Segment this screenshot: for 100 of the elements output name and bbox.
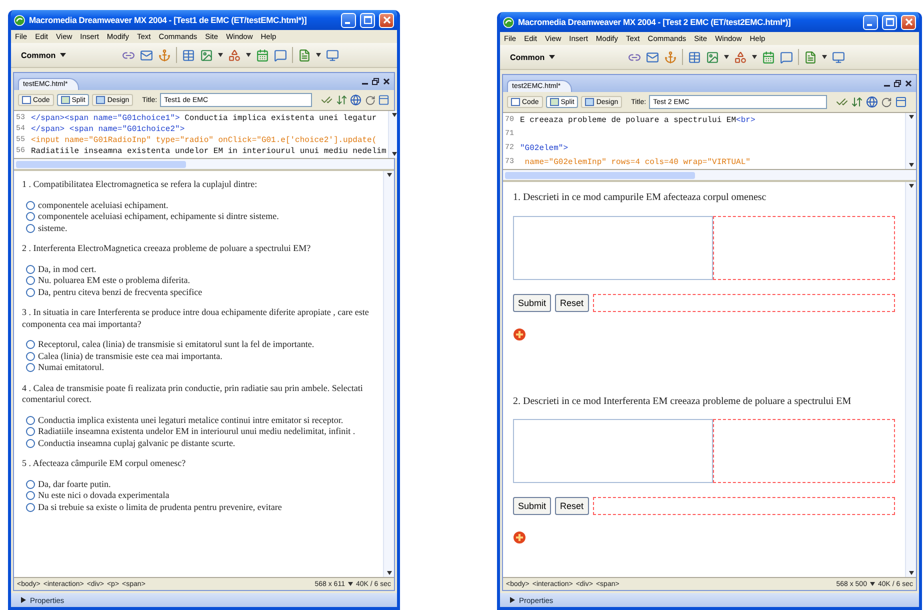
scroll-down-icon[interactable] <box>392 152 397 156</box>
caret-icon[interactable] <box>348 582 353 586</box>
refresh-icon[interactable] <box>881 96 892 108</box>
minimize-button[interactable] <box>341 12 356 28</box>
document-icon[interactable] <box>804 50 817 64</box>
scrollbar[interactable] <box>905 113 916 169</box>
scroll-down-icon[interactable] <box>908 571 914 575</box>
radio-button[interactable] <box>26 416 35 425</box>
question-text: 2 . Interferenta ElectroMagnetica creeaza probleme de poluare a spectrului EM? <box>22 243 312 254</box>
monitor-icon[interactable] <box>326 48 340 62</box>
maximize-button[interactable] <box>360 12 375 28</box>
design-view-icon <box>96 96 106 104</box>
close-icon[interactable] <box>383 78 390 85</box>
maximize-icon <box>364 16 372 24</box>
globe-icon[interactable] <box>866 96 878 108</box>
radio-button[interactable] <box>26 340 35 350</box>
radio-button[interactable] <box>26 491 35 500</box>
caret-icon <box>60 53 66 57</box>
close-button[interactable] <box>379 12 394 28</box>
shapes-icon[interactable] <box>228 48 242 62</box>
question-text: 1. Descrieti in ce mod campurile EM afecteaza corpul omenesc <box>513 192 768 204</box>
table-icon[interactable] <box>182 48 196 62</box>
radio-button[interactable] <box>26 480 35 489</box>
radio-button[interactable] <box>26 288 35 297</box>
arrows-icon[interactable] <box>851 96 864 108</box>
option-label: Nu este nici o dovada experimentala <box>38 490 170 502</box>
anchor-icon[interactable] <box>158 48 172 62</box>
code-line: </span> <span name="G01choice2"> <box>31 124 185 134</box>
check-icon[interactable] <box>836 96 848 108</box>
mail-icon[interactable] <box>140 48 154 62</box>
option-label: Da, dar foarte putin. <box>38 478 111 490</box>
expand-arrow-icon[interactable] <box>510 597 515 603</box>
plus-badge-icon <box>513 531 526 544</box>
option-label: Da, pentru citeva benzi de frecventa specifice <box>38 286 202 298</box>
caret-icon[interactable] <box>316 53 322 57</box>
document-icon[interactable] <box>298 48 312 62</box>
scroll-down-icon[interactable] <box>386 571 392 575</box>
close-button[interactable] <box>901 14 916 30</box>
close-icon <box>382 16 390 24</box>
minimize-button[interactable] <box>863 14 878 30</box>
comment-icon[interactable] <box>274 48 288 62</box>
radio-button[interactable] <box>26 224 35 233</box>
radio-button[interactable] <box>26 502 35 512</box>
radio-button[interactable] <box>26 363 35 372</box>
window-title: Macromedia Dreamweaver MX 2004 - [Test1 de EMC (ET/testEMC.html*)] <box>29 15 308 25</box>
caret-icon[interactable] <box>822 55 827 59</box>
option-label: componentele aceluiasi echipament. <box>38 200 168 211</box>
horizontal-scrollbar[interactable] <box>14 159 394 171</box>
globe-icon[interactable] <box>350 94 362 106</box>
form-button[interactable]: Submit <box>513 294 552 312</box>
caret-icon[interactable] <box>218 53 224 57</box>
calendar-icon[interactable] <box>762 50 775 64</box>
mail-icon[interactable] <box>646 50 659 64</box>
radio-button[interactable] <box>26 427 35 436</box>
code-line: name="G02elemInp" rows=4 cols=40 wrap="VIRTUAL" <box>524 158 750 166</box>
caret-icon[interactable] <box>724 55 729 59</box>
restore-icon[interactable] <box>894 80 901 87</box>
scrollbar[interactable] <box>905 182 916 577</box>
caret-icon[interactable] <box>752 55 757 59</box>
image-icon[interactable] <box>706 50 719 64</box>
code-line: E creeaza probleme de poluare a spectrului EM<br> <box>520 116 756 124</box>
caret-icon[interactable] <box>870 582 875 586</box>
view-options-icon[interactable] <box>895 96 908 108</box>
scrollbar[interactable] <box>383 171 394 577</box>
radio-button[interactable] <box>26 276 35 286</box>
calendar-icon[interactable] <box>256 48 270 62</box>
option-label: Nu. poluarea EM este o problema diferita. <box>38 275 190 286</box>
view-options-icon[interactable] <box>378 94 390 106</box>
close-icon[interactable] <box>905 80 912 87</box>
anchor-icon[interactable] <box>664 50 677 64</box>
scroll-down-icon[interactable] <box>908 163 914 167</box>
check-icon[interactable] <box>321 94 333 106</box>
arrows-icon[interactable] <box>336 94 348 106</box>
maximize-button[interactable] <box>882 14 897 30</box>
refresh-icon[interactable] <box>364 94 376 106</box>
caret-icon <box>548 55 555 59</box>
form-button[interactable]: Reset <box>555 497 589 515</box>
radio-button[interactable] <box>26 438 35 448</box>
question-text: 3 . In situatia in care Interferenta se produce intre doua echipamente diferite apropiate , care este componenta cea mai importanta? <box>22 307 370 330</box>
form-button[interactable]: Reset <box>555 294 589 312</box>
radio-button[interactable] <box>26 264 35 274</box>
table-icon[interactable] <box>688 50 701 64</box>
shapes-icon[interactable] <box>734 50 747 64</box>
category-dropdown[interactable]: Common <box>19 50 68 60</box>
image-icon[interactable] <box>200 48 214 62</box>
category-dropdown[interactable]: Common <box>508 52 557 62</box>
horizontal-scrollbar[interactable] <box>503 170 916 182</box>
monitor-icon[interactable] <box>832 50 845 64</box>
comment-icon[interactable] <box>780 50 793 64</box>
radio-button[interactable] <box>26 200 35 210</box>
option-label: Calea (linia) de transmisie este cea mai importanta. <box>38 350 222 362</box>
restore-icon[interactable] <box>372 78 379 85</box>
caret-icon[interactable] <box>246 53 252 57</box>
radio-button[interactable] <box>26 352 35 361</box>
form-button[interactable]: Submit <box>513 497 552 515</box>
scrollbar[interactable] <box>388 111 397 158</box>
option-label: sisteme. <box>38 222 68 234</box>
expand-arrow-icon[interactable] <box>21 597 26 603</box>
design-view-icon <box>585 98 594 106</box>
radio-button[interactable] <box>26 212 35 222</box>
